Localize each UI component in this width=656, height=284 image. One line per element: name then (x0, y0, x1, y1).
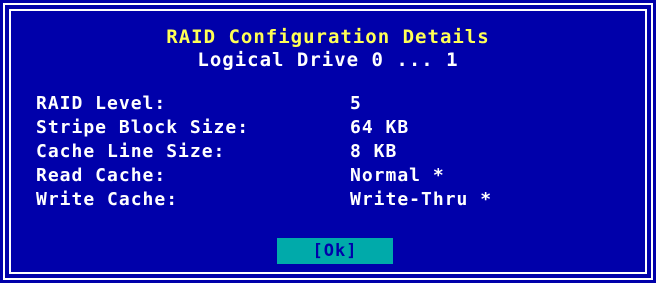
detail-value: 8 KB (350, 141, 398, 162)
dialog-title: RAID Configuration Details (166, 26, 490, 48)
detail-label: Stripe Block Size: (36, 117, 250, 138)
detail-row-read-cache: Read Cache: Normal * (36, 164, 616, 188)
detail-row-raid-level: RAID Level: 5 (36, 92, 616, 116)
detail-row-cache-line-size: Cache Line Size: 8 KB (36, 140, 616, 164)
details-list: RAID Level: 5 Stripe Block Size: 64 KB C… (36, 92, 616, 212)
detail-label: RAID Level: (36, 93, 167, 114)
dialog-subtitle: Logical Drive 0 ... 1 (197, 49, 459, 71)
ok-button[interactable]: [Ok] (277, 238, 393, 264)
raid-configuration-dialog: RAID Configuration Details Logical Drive… (0, 0, 656, 283)
detail-label: Read Cache: (36, 165, 167, 186)
detail-label: Write Cache: (36, 189, 179, 210)
detail-row-write-cache: Write Cache: Write-Thru * (36, 188, 616, 212)
detail-row-stripe-block-size: Stripe Block Size: 64 KB (36, 116, 616, 140)
detail-label: Cache Line Size: (36, 141, 226, 162)
detail-value: 5 (350, 93, 362, 114)
detail-value: 64 KB (350, 117, 410, 138)
detail-value: Write-Thru * (350, 189, 493, 210)
detail-value: Normal * (350, 165, 445, 186)
